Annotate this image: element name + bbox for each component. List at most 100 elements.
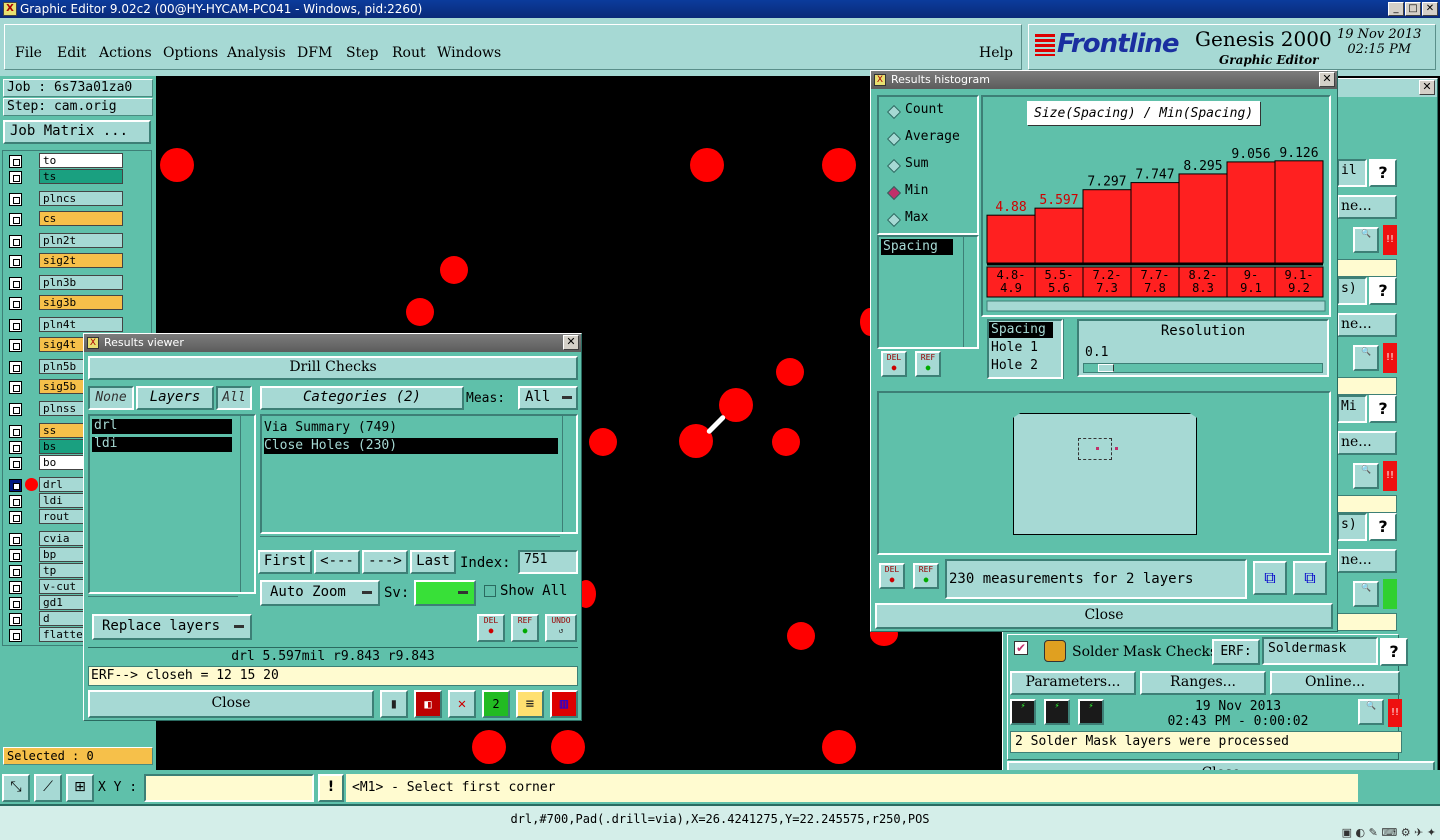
menu-actions[interactable]: Actions [99,45,152,61]
field-list[interactable]: Spacing Hole 1 Hole 2 [987,319,1063,379]
field-scrollbar[interactable] [1063,319,1077,379]
layer-checkbox[interactable] [9,155,22,168]
notes-icon[interactable]: ≡ [516,690,544,718]
layer-checkbox[interactable] [9,511,22,524]
menu-file[interactable]: File [15,45,42,61]
menu-edit[interactable]: Edit [57,45,86,61]
index-input[interactable]: 751 [518,550,578,574]
histogram-bar[interactable] [1226,161,1276,264]
layer-hscrollbar[interactable] [88,596,238,608]
layer-name[interactable]: ts [39,169,123,184]
snap-icon[interactable]: ⊞ [66,774,94,802]
layer-row-sig3b[interactable]: sig3b [9,295,129,311]
next-button[interactable]: ---> [362,550,408,574]
layer-checkbox[interactable] [9,629,22,642]
layer-checkbox[interactable] [9,403,22,416]
measure-scrollbar[interactable] [963,237,977,347]
layer-row-pln3b[interactable]: pln3b [9,275,129,291]
check-online-button[interactable]: ne... [1337,549,1397,573]
slider-thumb[interactable] [1098,364,1114,372]
layer-name[interactable]: sig2t [39,253,123,268]
meas-select[interactable]: All [518,386,578,410]
categories-button[interactable]: Categories (2) [260,386,464,410]
layer-row-cs[interactable]: cs [9,211,129,227]
layer-checkbox[interactable] [9,319,22,332]
layer-checkbox[interactable] [9,457,22,470]
radio-min[interactable] [886,185,902,201]
layer-list-item[interactable]: drl [92,419,232,434]
layer-row-pln2t[interactable]: pln2t [9,233,129,249]
layer-checkbox[interactable] [9,255,22,268]
layer-scrollbar[interactable] [240,416,254,592]
menu-windows[interactable]: Windows [437,45,501,61]
zoom-icon[interactable]: 🔍 [1353,581,1379,607]
zoom-selected-icon[interactable]: ⧉ [1293,561,1327,595]
check-help-button[interactable]: ? [1369,513,1397,541]
zoom-fit-icon[interactable]: ⧉ [1253,561,1287,595]
layers-button[interactable]: Layers [136,386,214,410]
zoom-icon[interactable]: 🔍 [1358,699,1384,725]
results-viewer-close-icon[interactable]: ✕ [563,335,579,350]
layer-row-to[interactable]: to [9,153,129,169]
check-help-button[interactable]: ? [1369,159,1397,187]
layer-row-sig2t[interactable]: sig2t [9,253,129,269]
field-item-hole2[interactable]: Hole 2 [991,358,1038,373]
job-matrix-button[interactable]: Job Matrix ... [3,120,151,144]
results-viewer-close-button[interactable]: Close [88,690,374,718]
layer-name[interactable]: to [39,153,123,168]
layer-checkbox[interactable] [9,381,22,394]
layer-name[interactable]: pln3b [39,275,123,290]
histogram-close-icon[interactable]: ✕ [1319,72,1335,87]
maximize-button[interactable]: □ [1405,2,1421,16]
auto-zoom-select[interactable]: Auto Zoom [260,580,380,606]
layer-name[interactable]: sig3b [39,295,123,310]
check-online-button[interactable]: ne... [1337,195,1397,219]
layer-checkbox[interactable] [9,549,22,562]
menu-step[interactable]: Step [346,45,378,61]
run-icon[interactable]: ⚡ [1010,699,1036,725]
zoom-icon[interactable]: 🔍 [1353,227,1379,253]
layer-checkbox[interactable] [9,565,22,578]
sv-color-select[interactable] [414,580,476,606]
first-button[interactable]: First [258,550,312,574]
replace-layers-select[interactable]: Replace layers [92,614,252,640]
measure-item-spacing[interactable]: Spacing [881,239,953,255]
layer-checkbox[interactable] [9,479,22,492]
layer-checkbox[interactable] [9,277,22,290]
parameters-button[interactable]: Parameters... [1010,671,1136,695]
histogram-bar[interactable] [1130,182,1180,264]
run-area-icon[interactable]: ⚡ [1078,699,1104,725]
histogram-bar[interactable] [1082,189,1132,264]
layer-checkbox[interactable] [9,441,22,454]
online-button[interactable]: Online... [1270,671,1400,695]
layer-checkbox[interactable] [9,297,22,310]
step-icon[interactable]: 2 [482,690,510,718]
category-hscrollbar[interactable] [260,536,560,548]
report-icon[interactable]: ▮ [380,690,408,718]
layer-list-item[interactable]: ldi [92,437,232,452]
prev-button[interactable]: <--- [314,550,360,574]
layer-checkbox[interactable] [9,425,22,438]
erf-value[interactable]: Soldermask [1262,637,1378,665]
menu-dfm[interactable]: DFM [297,45,332,61]
check-erf-field[interactable]: s) [1337,277,1367,305]
ranges-button[interactable]: Ranges... [1140,671,1266,695]
all-button[interactable]: All [216,386,252,410]
last-button[interactable]: Last [410,550,456,574]
histogram-close-button[interactable]: Close [875,603,1333,629]
layer-name[interactable]: plncs [39,191,123,206]
del-icon[interactable]: DEL ● [477,614,505,642]
histogram-bar[interactable] [1178,173,1228,264]
ref-icon[interactable]: REF ● [511,614,539,642]
layer-checkbox[interactable] [9,581,22,594]
menu-analysis[interactable]: Analysis [227,45,286,61]
undo-icon[interactable]: UNDO ↺ [545,614,577,642]
menu-options[interactable]: Options [163,45,218,61]
radio-count[interactable] [886,104,902,120]
layer-checkbox[interactable] [9,495,22,508]
layer-checkbox[interactable] [9,213,22,226]
category-scrollbar[interactable] [562,416,576,532]
hist-ref-icon[interactable]: REF ● [915,351,941,377]
show-all-checkbox[interactable] [484,585,496,597]
menu-rout[interactable]: Rout [392,45,426,61]
